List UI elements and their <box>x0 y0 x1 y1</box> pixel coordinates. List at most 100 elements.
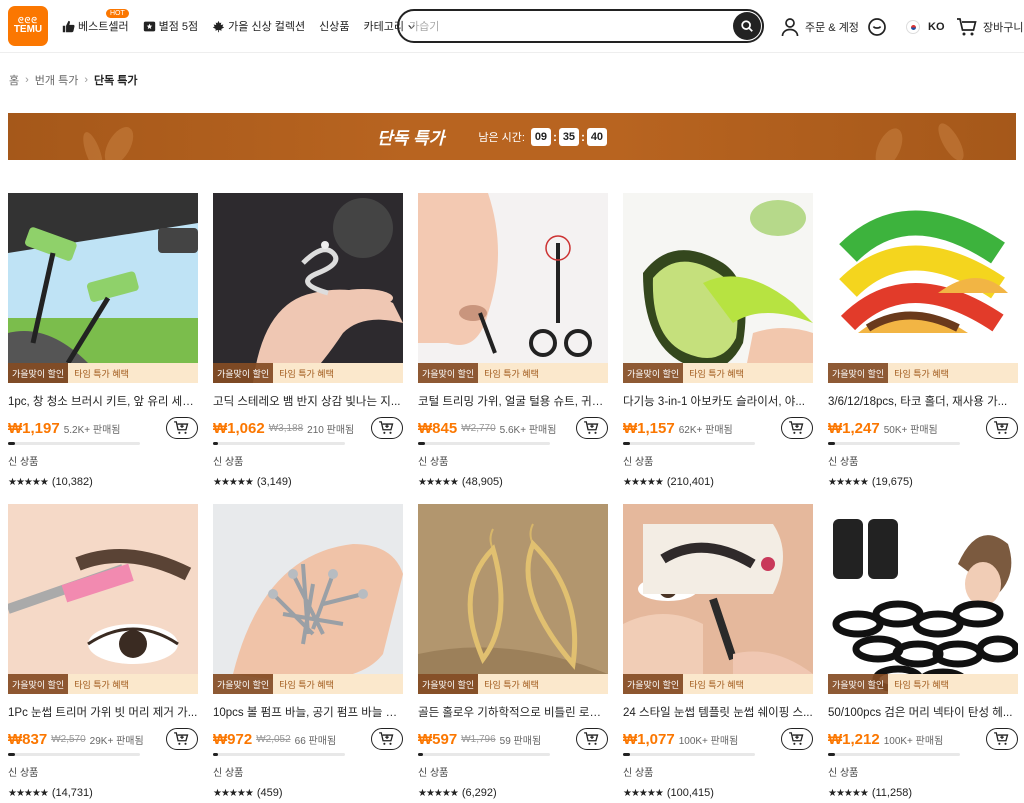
cart-plus-icon <box>174 732 189 745</box>
product-image[interactable]: 가을맞이 할인 타임 특가 혜택 <box>623 193 813 383</box>
language-selector[interactable]: KO <box>906 0 945 53</box>
product-card[interactable]: 가을맞이 할인 타임 특가 혜택 50/100pcs 검은 머리 넥타이 탄성 헤.… <box>828 504 1018 803</box>
add-to-cart-button[interactable] <box>781 417 813 439</box>
product-title[interactable]: 고딕 스테레오 뱀 반지 상감 빛나는 지... <box>213 393 403 409</box>
product-price: ₩1,157 <box>623 419 675 437</box>
add-to-cart-button[interactable] <box>576 417 608 439</box>
support-button[interactable] <box>867 0 887 53</box>
autumn-sale-tag: 가을맞이 할인 <box>8 674 69 694</box>
nav-new[interactable]: 신상품 <box>319 6 349 46</box>
original-price: ₩1,796 <box>461 733 496 745</box>
original-price: ₩3,188 <box>268 422 304 434</box>
product-title[interactable]: 다기능 3-in-1 아보카도 슬라이서, 야... <box>623 393 813 409</box>
product-card[interactable]: 가을맞이 할인 타임 특가 혜택 3/6/12/18pcs, 타코 홀더, 재사용 … <box>828 193 1018 504</box>
search-box[interactable]: 가습기 <box>397 9 764 43</box>
add-to-cart-button[interactable] <box>986 417 1018 439</box>
product-title[interactable]: 24 스타일 눈썹 템플릿 눈썹 쉐이핑 스... <box>623 704 813 720</box>
product-image[interactable]: 가을맞이 할인 타임 특가 혜택 <box>828 504 1018 694</box>
rating-row[interactable]: ★★★★★ (100,415) <box>623 787 813 799</box>
leaf-decoration <box>79 129 107 160</box>
product-card[interactable]: 가을맞이 할인 타임 특가 혜택 24 스타일 눈썹 템플릿 눈썹 쉐이핑 스...… <box>623 504 813 803</box>
product-image[interactable]: 가을맞이 할인 타임 특가 혜택 <box>8 193 198 383</box>
timer-colon: : <box>552 129 557 144</box>
cart-button[interactable]: 장바구니 <box>956 0 1023 53</box>
new-item-label: 신 상품 <box>418 457 449 468</box>
product-card[interactable]: 가을맞이 할인 타임 특가 혜택다기능 3-in-1 아보카도 슬라이서, 야..… <box>623 193 813 504</box>
product-title[interactable]: 10pcs 볼 펌프 바늘, 공기 펌프 바늘 팽... <box>213 704 403 720</box>
rating-row[interactable]: ★★★★★ (459) <box>213 787 403 799</box>
new-item-label: 신 상품 <box>213 768 244 779</box>
promo-tags: 가을맞이 할인 타임 특가 혜택 <box>8 363 198 383</box>
product-price: ₩597 <box>418 730 458 748</box>
new-item-label: 신 상품 <box>213 457 244 468</box>
star-rating-icon: ★★★★★ <box>623 476 664 488</box>
add-to-cart-button[interactable] <box>371 728 403 750</box>
add-to-cart-button[interactable] <box>371 417 403 439</box>
add-to-cart-button[interactable] <box>781 728 813 750</box>
product-card[interactable]: 가을맞이 할인 타임 특가 혜택 10pcs 볼 펌프 바늘, 공기 펌프 바늘 팽… <box>213 504 403 803</box>
product-title[interactable]: 50/100pcs 검은 머리 넥타이 탄성 헤... <box>828 704 1018 720</box>
product-card[interactable]: 가을맞이 할인 타임 특가 혜택코털 트리밍 가위, 얼굴 털용 슈트, 귀털..… <box>418 193 608 504</box>
product-image[interactable]: 가을맞이 할인 타임 특가 혜택 <box>828 193 1018 383</box>
sold-count: 5.6K+ 판매됨 <box>499 424 557 436</box>
product-image[interactable]: 가을맞이 할인 타임 특가 혜택 <box>418 193 608 383</box>
search-button[interactable] <box>733 12 761 40</box>
deal-banner: 단독 특가 남은 시간: 09 : 35 : 40 <box>8 113 1016 160</box>
star-rating-icon: ★★★★★ <box>828 787 869 799</box>
temu-logo[interactable]: ᘓᘓᘓ TEMU <box>8 6 48 46</box>
review-count: (19,675) <box>871 476 913 488</box>
search-input[interactable]: 가습기 <box>409 18 733 34</box>
account-label: 주문 & 계정 <box>805 21 859 34</box>
product-title[interactable]: 코털 트리밍 가위, 얼굴 털용 슈트, 귀털... <box>418 393 608 409</box>
autumn-sale-tag: 가을맞이 할인 <box>213 363 274 383</box>
sold-count: 29K+ 판매됨 <box>89 735 144 747</box>
product-image[interactable]: 가을맞이 할인 타임 특가 혜택 <box>213 193 403 383</box>
product-image[interactable]: 가을맞이 할인 타임 특가 혜택 <box>623 504 813 694</box>
new-item-label: 신 상품 <box>828 457 859 468</box>
nav-five-star[interactable]: 별점 5점 <box>143 6 198 46</box>
autumn-sale-tag: 가을맞이 할인 <box>418 363 479 383</box>
product-title[interactable]: 3/6/12/18pcs, 타코 홀더, 재사용 가... <box>828 393 1018 409</box>
sold-count: 5.2K+ 판매됨 <box>63 424 121 436</box>
rating-row[interactable]: ★★★★★ (48,905) <box>418 476 608 488</box>
cart-plus-icon <box>789 732 804 745</box>
rating-row[interactable]: ★★★★★ (3,149) <box>213 476 403 488</box>
add-to-cart-button[interactable] <box>576 728 608 750</box>
add-to-cart-button[interactable] <box>166 417 198 439</box>
language-label: KO <box>928 20 945 33</box>
rating-row[interactable]: ★★★★★ (6,292) <box>418 787 608 799</box>
nav-autumn[interactable]: 가을 신상 컬렉션 <box>212 6 305 46</box>
product-card[interactable]: 가을맞이 할인 타임 특가 혜택 1Pc 눈썹 트리머 가위 빗 머리 제거 가..… <box>8 504 198 803</box>
autumn-sale-tag: 가을맞이 할인 <box>828 674 889 694</box>
rating-row[interactable]: ★★★★★ (14,731) <box>8 787 198 799</box>
review-count: (3,149) <box>256 476 292 488</box>
price-row: ₩972 ₩2,052 66 판매됨 <box>213 728 403 750</box>
sales-progress-fill <box>213 753 219 756</box>
logo-text: TEMU <box>13 24 43 35</box>
product-card[interactable]: 가을맞이 할인 타임 특가 혜택 1pc, 창 청소 브러시 키트, 앞 유리 세척… <box>8 193 198 504</box>
product-image[interactable]: 가을맞이 할인 타임 특가 혜택 <box>418 504 608 694</box>
product-title[interactable]: 골든 홀로우 기하학적으로 비틀린 로즈 ... <box>418 704 608 720</box>
timer-label: 남은 시간: <box>478 131 525 144</box>
cart-plus-icon <box>994 732 1009 745</box>
sales-progress-fill <box>418 442 425 445</box>
breadcrumb-separator: › <box>25 74 29 86</box>
rating-row[interactable]: ★★★★★ (11,258) <box>828 787 1018 799</box>
product-title[interactable]: 1Pc 눈썹 트리머 가위 빗 머리 제거 가... <box>8 704 198 720</box>
rating-row[interactable]: ★★★★★ (10,382) <box>8 476 198 488</box>
add-to-cart-button[interactable] <box>986 728 1018 750</box>
breadcrumb-flash-deals[interactable]: 번개 특가 <box>35 72 79 88</box>
product-title[interactable]: 1pc, 창 청소 브러시 키트, 앞 유리 세척... <box>8 393 198 409</box>
product-image[interactable]: 가을맞이 할인 타임 특가 혜택 <box>8 504 198 694</box>
sales-progress-fill <box>418 753 424 756</box>
rating-row[interactable]: ★★★★★ (19,675) <box>828 476 1018 488</box>
account-button[interactable]: 주문 & 계정 <box>780 0 859 53</box>
price-row: ₩1,197 5.2K+ 판매됨 <box>8 417 198 439</box>
rating-row[interactable]: ★★★★★ (210,401) <box>623 476 813 488</box>
product-card[interactable]: 가을맞이 할인 타임 특가 혜택골든 홀로우 기하학적으로 비틀린 로즈 ... ₩… <box>418 504 608 803</box>
breadcrumb-home[interactable]: 홈 <box>9 72 19 88</box>
nav-bestseller[interactable]: 베스트셀러 HOT <box>62 6 129 46</box>
product-card[interactable]: 가을맞이 할인 타임 특가 혜택고딕 스테레오 뱀 반지 상감 빛나는 지... ₩… <box>213 193 403 504</box>
product-image[interactable]: 가을맞이 할인 타임 특가 혜택 <box>213 504 403 694</box>
add-to-cart-button[interactable] <box>166 728 198 750</box>
